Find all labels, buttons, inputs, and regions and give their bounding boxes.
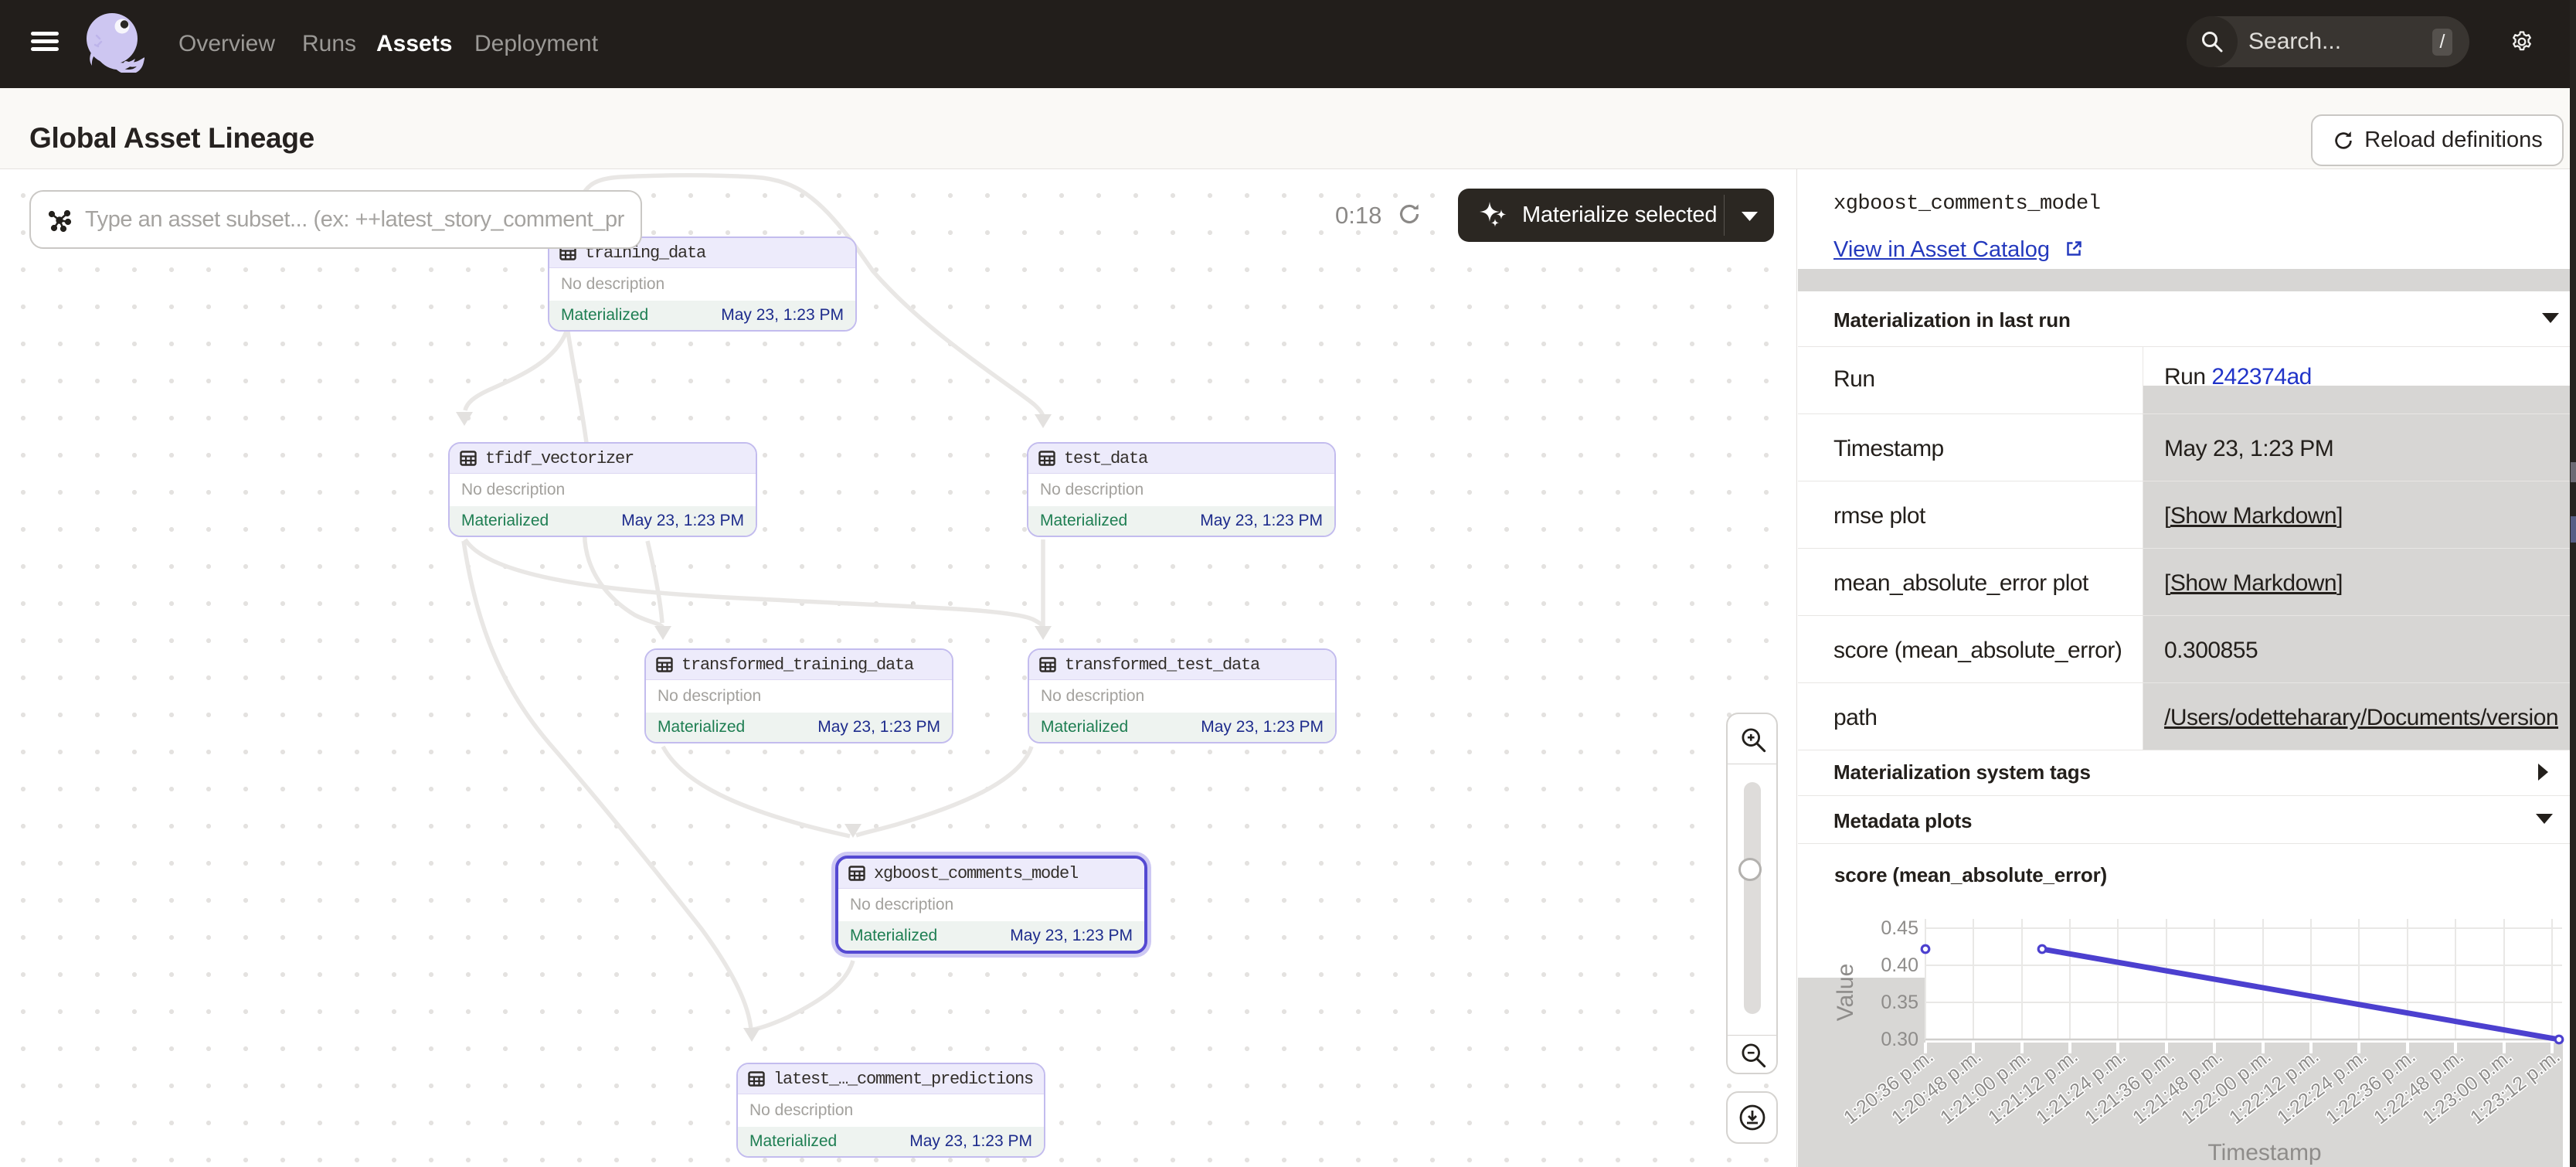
- svg-text:0.35: 0.35: [1881, 992, 1918, 1013]
- svg-text:0.40: 0.40: [1881, 954, 1918, 976]
- svg-text:Timestamp: Timestamp: [2207, 1140, 2321, 1165]
- svg-text:Value: Value: [1833, 964, 1858, 1022]
- svg-text:0.45: 0.45: [1881, 917, 1918, 939]
- svg-text:0.30: 0.30: [1881, 1029, 1918, 1050]
